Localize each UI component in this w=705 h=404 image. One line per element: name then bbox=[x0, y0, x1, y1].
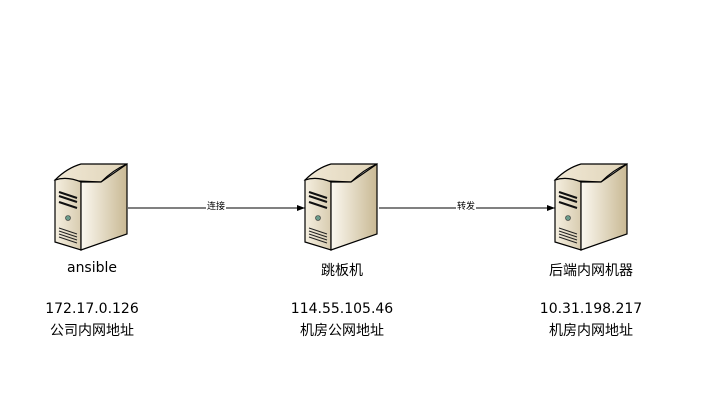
node-desc: 机房内网地址 bbox=[549, 323, 633, 339]
node-ip: 10.31.198.217 bbox=[539, 301, 643, 317]
edge-label-connect: 连接 bbox=[206, 202, 227, 213]
server-icon bbox=[303, 162, 379, 252]
server-icon bbox=[553, 162, 629, 252]
node-desc: 公司内网地址 bbox=[50, 323, 134, 339]
node-ip: 114.55.105.46 bbox=[290, 301, 394, 317]
node-desc: 机房公网地址 bbox=[300, 323, 384, 339]
edge-label-forward: 转发 bbox=[456, 202, 477, 213]
node-ip: 172.17.0.126 bbox=[45, 301, 139, 317]
node-name: 后端内网机器 bbox=[549, 263, 633, 279]
node-name: ansible bbox=[66, 260, 118, 276]
server-icon bbox=[53, 162, 129, 252]
diagram-canvas: 连接 转发 ansible 172.17.0.126 公司内网地址 跳板机 11… bbox=[0, 0, 705, 404]
node-name: 跳板机 bbox=[321, 263, 363, 279]
